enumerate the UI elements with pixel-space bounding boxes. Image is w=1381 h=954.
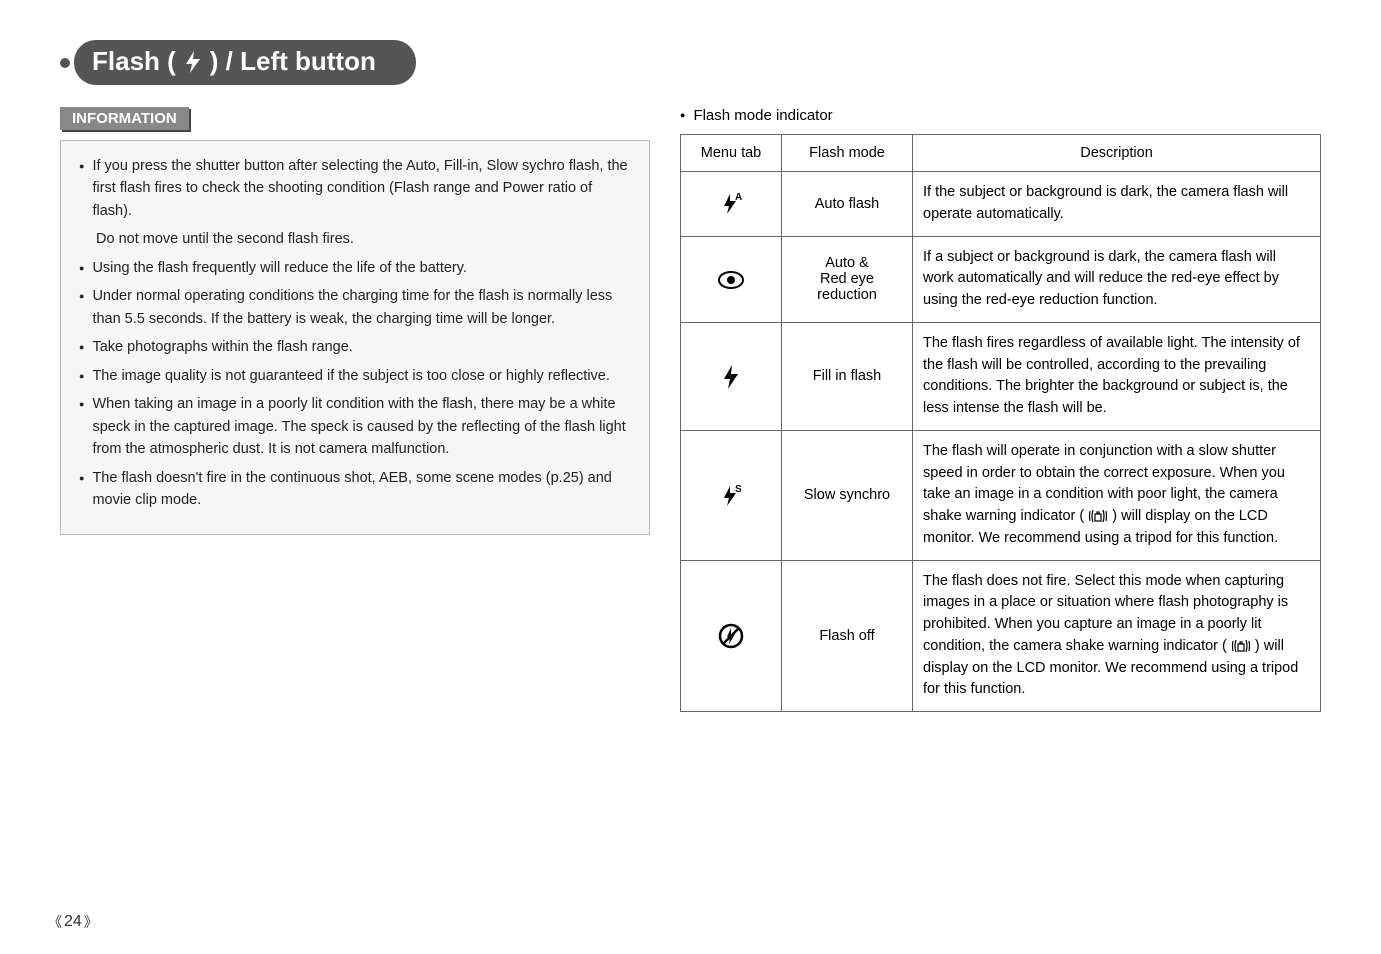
slow-sync-icon: S (681, 430, 782, 560)
info-item: The image quality is not guaranteed if t… (79, 365, 633, 387)
table-row: Fill in flash The flash fires regardless… (681, 322, 1321, 430)
auto-flash-icon: A (681, 172, 782, 237)
mode-desc: The flash fires regardless of available … (913, 322, 1321, 430)
page-number: 《 24 》 (48, 912, 98, 932)
title-suffix: ) / Left button (210, 46, 376, 77)
information-box: If you press the shutter button after se… (60, 140, 650, 535)
title-prefix: Flash ( (92, 46, 176, 77)
flash-mode-table: Menu tab Flash mode Description A Auto f… (680, 134, 1321, 712)
th-description: Description (913, 135, 1321, 172)
th-menu-tab: Menu tab (681, 135, 782, 172)
page-title: Flash ( ) / Left button (74, 40, 416, 85)
fill-flash-icon (681, 322, 782, 430)
mode-name: Auto & Red eye reduction (782, 236, 913, 322)
mode-name: Auto flash (782, 172, 913, 237)
mode-desc: The flash does not fire. Select this mod… (913, 560, 1321, 712)
shake-warning-icon (1088, 508, 1112, 524)
bolt-icon (184, 50, 202, 73)
svg-text:A: A (735, 192, 742, 203)
svg-text:S: S (735, 484, 742, 495)
page-title-row: Flash ( ) / Left button (60, 40, 1321, 85)
flash-mode-indicator-heading: Flash mode indicator (680, 107, 1321, 124)
mode-desc: The flash will operate in conjunction wi… (913, 430, 1321, 560)
table-row: A Auto flash If the subject or backgroun… (681, 172, 1321, 237)
flash-off-icon (681, 560, 782, 712)
mode-desc: If a subject or background is dark, the … (913, 236, 1321, 322)
information-label: INFORMATION (60, 107, 189, 130)
mode-desc: If the subject or background is dark, th… (913, 172, 1321, 237)
shake-warning-icon (1231, 638, 1255, 654)
table-row: Auto & Red eye reduction If a subject or… (681, 236, 1321, 322)
table-header-row: Menu tab Flash mode Description (681, 135, 1321, 172)
red-eye-icon (681, 236, 782, 322)
info-item: Under normal operating conditions the ch… (79, 285, 633, 330)
info-item: Take photographs within the flash range. (79, 336, 633, 358)
angle-left-icon: 《 (48, 912, 62, 932)
info-item: The flash doesn't fire in the continuous… (79, 467, 633, 512)
mode-name: Flash off (782, 560, 913, 712)
th-flash-mode: Flash mode (782, 135, 913, 172)
info-item-cont: Do not move until the second flash fires… (96, 228, 633, 250)
mode-name: Slow synchro (782, 430, 913, 560)
angle-right-icon: 》 (84, 912, 98, 932)
info-item: Using the flash frequently will reduce t… (79, 257, 633, 279)
info-item: When taking an image in a poorly lit con… (79, 393, 633, 460)
table-row: S Slow synchro The flash will operate in… (681, 430, 1321, 560)
table-row: Flash off The flash does not fire. Selec… (681, 560, 1321, 712)
info-item: If you press the shutter button after se… (79, 155, 633, 222)
title-lead-dot (60, 58, 70, 68)
mode-name: Fill in flash (782, 322, 913, 430)
